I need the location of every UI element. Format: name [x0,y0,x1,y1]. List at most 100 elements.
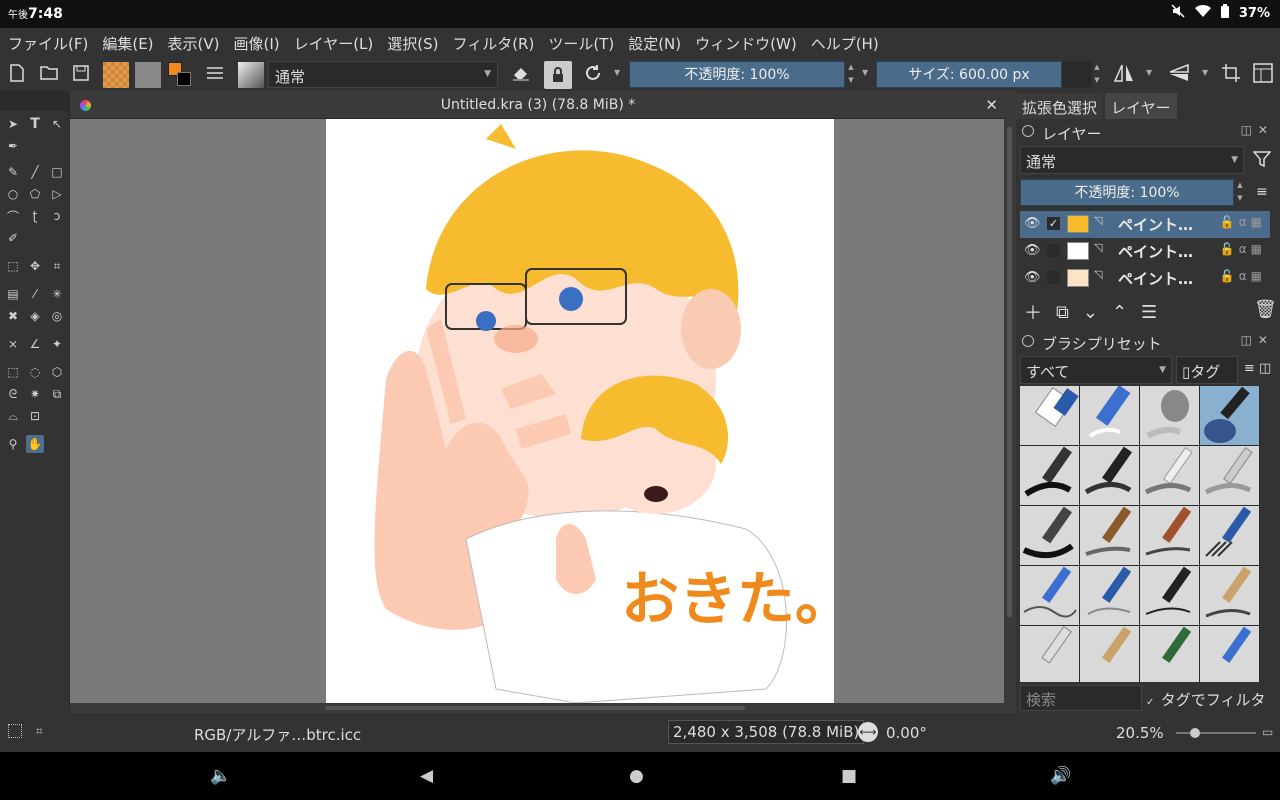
opacity-slider[interactable]: 不透明度: 100% [629,61,845,88]
brush-preset-eraser[interactable] [1020,386,1079,445]
brush-preset-pencil-5[interactable] [1140,566,1199,625]
tag-button[interactable]: ▯タグ [1176,356,1238,384]
canvas-paper[interactable]: おきた。 [326,119,834,703]
ellipse-tool-icon[interactable]: ○ [4,185,22,203]
brush-preset-pencil-2[interactable] [1200,446,1259,505]
layer-opacity-spinner[interactable]: ▲ ▼ [1235,179,1245,206]
layer-properties-icon[interactable]: ☰ [1141,302,1157,323]
opacity-spinner[interactable]: ▲ ▼ [846,61,856,88]
brush-preset-brush-3[interactable] [1140,506,1199,565]
brush-preset-brush-4[interactable] [1200,506,1259,565]
document-tab[interactable]: Untitled.kra (3) (78.8 MiB) * ✕ [70,93,1006,119]
crop-icon[interactable] [1220,62,1242,84]
move-layer-up-icon[interactable]: ⌃ [1112,302,1127,323]
brush-preset-airbrush[interactable] [1200,386,1259,445]
blend-mode-select[interactable]: 通常 ▼ [268,61,498,88]
gradient-tool-icon[interactable]: ▤ [4,285,22,303]
rectangle-tool-icon[interactable]: □ [48,163,66,181]
layer-checkbox[interactable] [1047,271,1060,284]
pattern-icon[interactable] [135,62,161,88]
lock-alpha-icon[interactable] [544,61,572,89]
menu-filter[interactable]: フィルタ(R) [453,33,535,54]
enclose-fill-icon[interactable]: ◎ [48,307,66,325]
brush-preset-ink-2[interactable] [1080,446,1139,505]
brush-settings-icon[interactable] [204,62,226,84]
menu-file[interactable]: ファイル(F) [8,33,88,54]
selection-mode-icon[interactable]: ⌗ [36,724,43,739]
menu-image[interactable]: 画像(I) [234,33,280,54]
chevron-down-icon[interactable]: ▼ [1202,68,1208,93]
delete-layer-icon[interactable]: 🗑 [1254,299,1277,320]
crop-tool-icon[interactable]: ⌗ [48,257,66,275]
menu-icon[interactable]: ≡ [1256,184,1268,200]
brush-preset-pencil-1[interactable] [1140,446,1199,505]
open-document-icon[interactable] [38,62,60,84]
smart-patch-icon[interactable]: ✳ [48,285,66,303]
chevron-down-icon[interactable]: ▼ [614,68,620,93]
colorize-mask-icon[interactable]: ✖ [4,307,22,325]
freehand-brush-icon[interactable]: ✎ [4,163,22,181]
brush-search-input[interactable]: 検索 [1020,685,1142,711]
polygon-select-icon[interactable]: ⬡ [48,363,66,381]
color-picker-icon[interactable]: ⁄ [26,285,44,303]
lock-icon[interactable] [1022,335,1034,347]
brush-preset-brush-1[interactable] [1020,506,1079,565]
zoom-tool-icon[interactable]: ⚲ [4,435,22,453]
chevron-down-icon[interactable]: ▼ [862,68,868,93]
multibrush-icon[interactable]: ✐ [4,229,22,247]
new-document-icon[interactable] [6,62,28,84]
eye-icon[interactable]: 👁 [1024,270,1041,285]
edit-shapes-icon[interactable]: ↖ [48,115,66,133]
layer-row[interactable]: 👁 ◹ ペイント… 🔓α▦ [1020,265,1270,292]
size-slider[interactable]: サイズ: 600.00 px [876,61,1062,88]
move-tool-icon[interactable]: ✥ [26,257,44,275]
rotate-icon[interactable]: ⟷ [858,722,878,742]
rect-select-icon[interactable]: ⬚ [4,363,22,381]
brush-preset-pencil-9[interactable] [1140,626,1199,682]
layer-checkbox[interactable] [1047,244,1060,257]
image-dimensions[interactable]: 2,480 x 3,508 (78.8 MiB) [668,720,865,744]
assistant-tool-icon[interactable]: ⨯ [4,335,22,353]
text-tool-icon[interactable]: T [26,115,44,133]
reference-tool-icon[interactable]: ✦ [48,335,66,353]
calligraphy-icon[interactable]: ✒ [4,137,22,155]
fill-tool-icon[interactable]: ◈ [26,307,44,325]
menu-select[interactable]: 選択(S) [387,33,438,54]
view-options-icon[interactable]: ≡ ◫ [1244,361,1271,376]
lock-icon[interactable] [1022,125,1034,137]
filter-icon[interactable] [1252,150,1272,172]
layer-checkbox[interactable]: ✓ [1047,217,1060,230]
tab-layers[interactable]: レイヤー [1105,93,1177,119]
layer-properties-icons[interactable]: 🔓α▦ [1220,215,1266,229]
brush-preset-pencil-7[interactable] [1020,626,1079,682]
freehand-select-icon[interactable]: ᘓ [4,385,22,403]
close-icon[interactable]: ✕ [985,96,998,114]
color-swatch[interactable] [167,62,195,90]
brush-tag-select[interactable]: すべて ▼ [1020,356,1172,384]
selection-icon[interactable] [8,724,22,738]
brush-preset-ink-1[interactable] [1020,446,1079,505]
menu-view[interactable]: 表示(V) [168,33,220,54]
tag-filter-checkbox[interactable]: ✓ タグでフィルタ [1146,689,1265,710]
layer-properties-icons[interactable]: 🔓α▦ [1220,269,1266,283]
freehand-path-icon[interactable]: ʈ [26,207,44,225]
save-icon[interactable] [70,62,92,84]
screen-icon[interactable]: ▭ [1262,725,1273,739]
zoom-slider[interactable] [1176,728,1256,738]
polyline-tool-icon[interactable]: ▷ [48,185,66,203]
layer-properties-icons[interactable]: 🔓α▦ [1220,242,1266,256]
ellipse-select-icon[interactable]: ◌ [26,363,44,381]
brush-preset-brush-2[interactable] [1080,506,1139,565]
workspace-icon[interactable] [1252,62,1274,84]
brush-preset-blender[interactable] [1140,386,1199,445]
select-shapes-icon[interactable]: ➤ [4,115,22,133]
transform-tool-icon[interactable]: ⬚ [4,257,22,275]
background-color-icon[interactable] [177,72,191,86]
eraser-icon[interactable] [510,62,532,84]
menu-window[interactable]: ウィンドウ(W) [695,33,797,54]
home-icon[interactable]: ● [629,766,644,786]
tab-advanced-color-selector[interactable]: 拡張色選択 [1016,93,1104,119]
brush-preset-eraser-2[interactable] [1080,386,1139,445]
brush-preset-pencil-4[interactable] [1080,566,1139,625]
vertical-scrollbar[interactable] [1004,119,1016,703]
